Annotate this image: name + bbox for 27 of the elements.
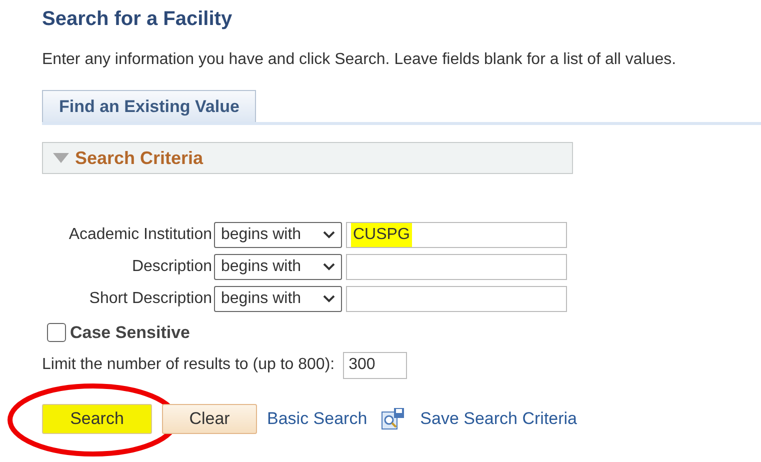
limit-input[interactable]: 300 [342,352,407,378]
operator-dropdown[interactable]: begins with [214,222,342,248]
page-title: Search for a Facility [42,7,234,32]
input-field[interactable] [346,254,567,280]
chevron-down-icon [323,263,335,271]
chevron-down-icon [323,231,335,239]
input-field[interactable] [346,286,567,312]
section-header[interactable]: Search Criteria [42,142,573,174]
instructions-text: Enter any information you have and click Search. Leave fields blank for a list of all values. [42,50,678,70]
operator-dropdown[interactable]: begins with [214,254,342,280]
save-search-icon[interactable] [381,406,406,430]
action-button[interactable]: Search [42,404,152,434]
collapse-triangle-icon [53,153,69,163]
chevron-down-icon [323,295,335,303]
input-field[interactable]: CUSPG [346,222,567,248]
operator-dropdown[interactable]: begins with [214,286,342,312]
link[interactable]: Basic Search [267,406,368,432]
field-label: Short Description [88,289,212,309]
field-label: Description [130,257,212,277]
checkbox[interactable] [47,323,66,342]
link[interactable]: Save Search Criteria [420,406,578,432]
action-button[interactable]: Clear [162,404,257,434]
limit-label: Limit the number of results to (up to 800): [42,355,335,375]
section-title: Search Criteria [75,146,204,170]
tab[interactable]: Find an Existing Value [42,90,256,122]
checkbox-label: Case Sensitive [70,322,190,344]
field-label: Academic Institution [68,225,212,245]
